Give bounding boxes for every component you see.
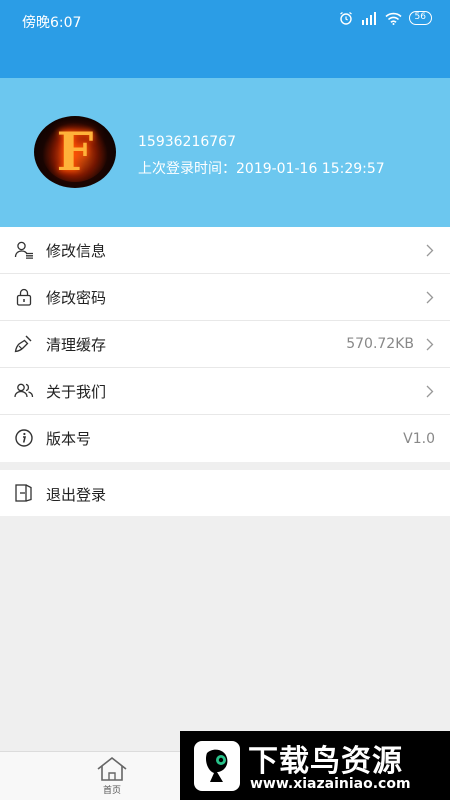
tab-home[interactable]: 首页 <box>82 756 142 796</box>
cache-size: 570.72KB <box>346 336 414 352</box>
menu-label: 修改信息 <box>46 241 107 260</box>
menu-label: 关于我们 <box>46 382 107 401</box>
watermark-url: www.xiazainiao.com <box>250 776 411 792</box>
bird-logo-icon <box>194 741 240 791</box>
broom-icon <box>14 335 32 353</box>
status-icons: 56 <box>339 11 432 25</box>
last-login-time: 上次登录时间：2019-01-16 15:29:57 <box>138 161 385 177</box>
menu-item-change-password[interactable]: 修改密码 <box>0 274 450 321</box>
home-icon <box>97 756 127 781</box>
watermark-title: 下载鸟资源 <box>248 744 403 779</box>
battery-indicator: 56 <box>408 11 432 25</box>
logout-label: 退出登录 <box>46 486 107 504</box>
status-bar: 傍晚6:07 56 <box>0 0 450 78</box>
watermark-banner: 下载鸟资源 www.xiazainiao.com <box>180 731 450 800</box>
menu-item-edit-info[interactable]: 修改信息 <box>0 227 450 274</box>
signal-icon <box>361 11 376 25</box>
info-icon <box>15 429 33 447</box>
chevron-right-icon <box>426 338 434 351</box>
chevron-right-icon <box>426 244 434 257</box>
status-time: 傍晚6:07 <box>22 15 82 31</box>
menu-label: 版本号 <box>46 430 92 448</box>
menu-item-about-us[interactable]: 关于我们 <box>0 368 450 415</box>
version-value: V1.0 <box>403 430 435 447</box>
menu-item-version: 版本号 V1.0 <box>0 415 450 462</box>
menu-item-clear-cache[interactable]: 清理缓存 570.72KB <box>0 321 450 368</box>
lock-icon <box>16 288 32 306</box>
user-edit-icon <box>14 241 33 259</box>
users-icon <box>14 383 34 398</box>
chevron-right-icon <box>426 385 434 398</box>
settings-menu: 修改信息 修改密码 清理缓存 570.72KB 关于我们 版本号 V1.0 <box>0 227 450 462</box>
logout-button[interactable]: 退出登录 <box>0 470 450 516</box>
menu-label: 清理缓存 <box>46 335 107 354</box>
user-phone: 15936216767 <box>138 134 236 150</box>
menu-label: 修改密码 <box>46 288 107 307</box>
wifi-icon <box>385 12 402 25</box>
logout-icon <box>15 484 32 502</box>
alarm-icon <box>339 12 352 25</box>
avatar[interactable]: F <box>34 116 116 188</box>
chevron-right-icon <box>426 291 434 304</box>
profile-header: F 15936216767 上次登录时间：2019-01-16 15:29:57 <box>0 78 450 227</box>
tab-home-label: 首页 <box>102 786 121 796</box>
